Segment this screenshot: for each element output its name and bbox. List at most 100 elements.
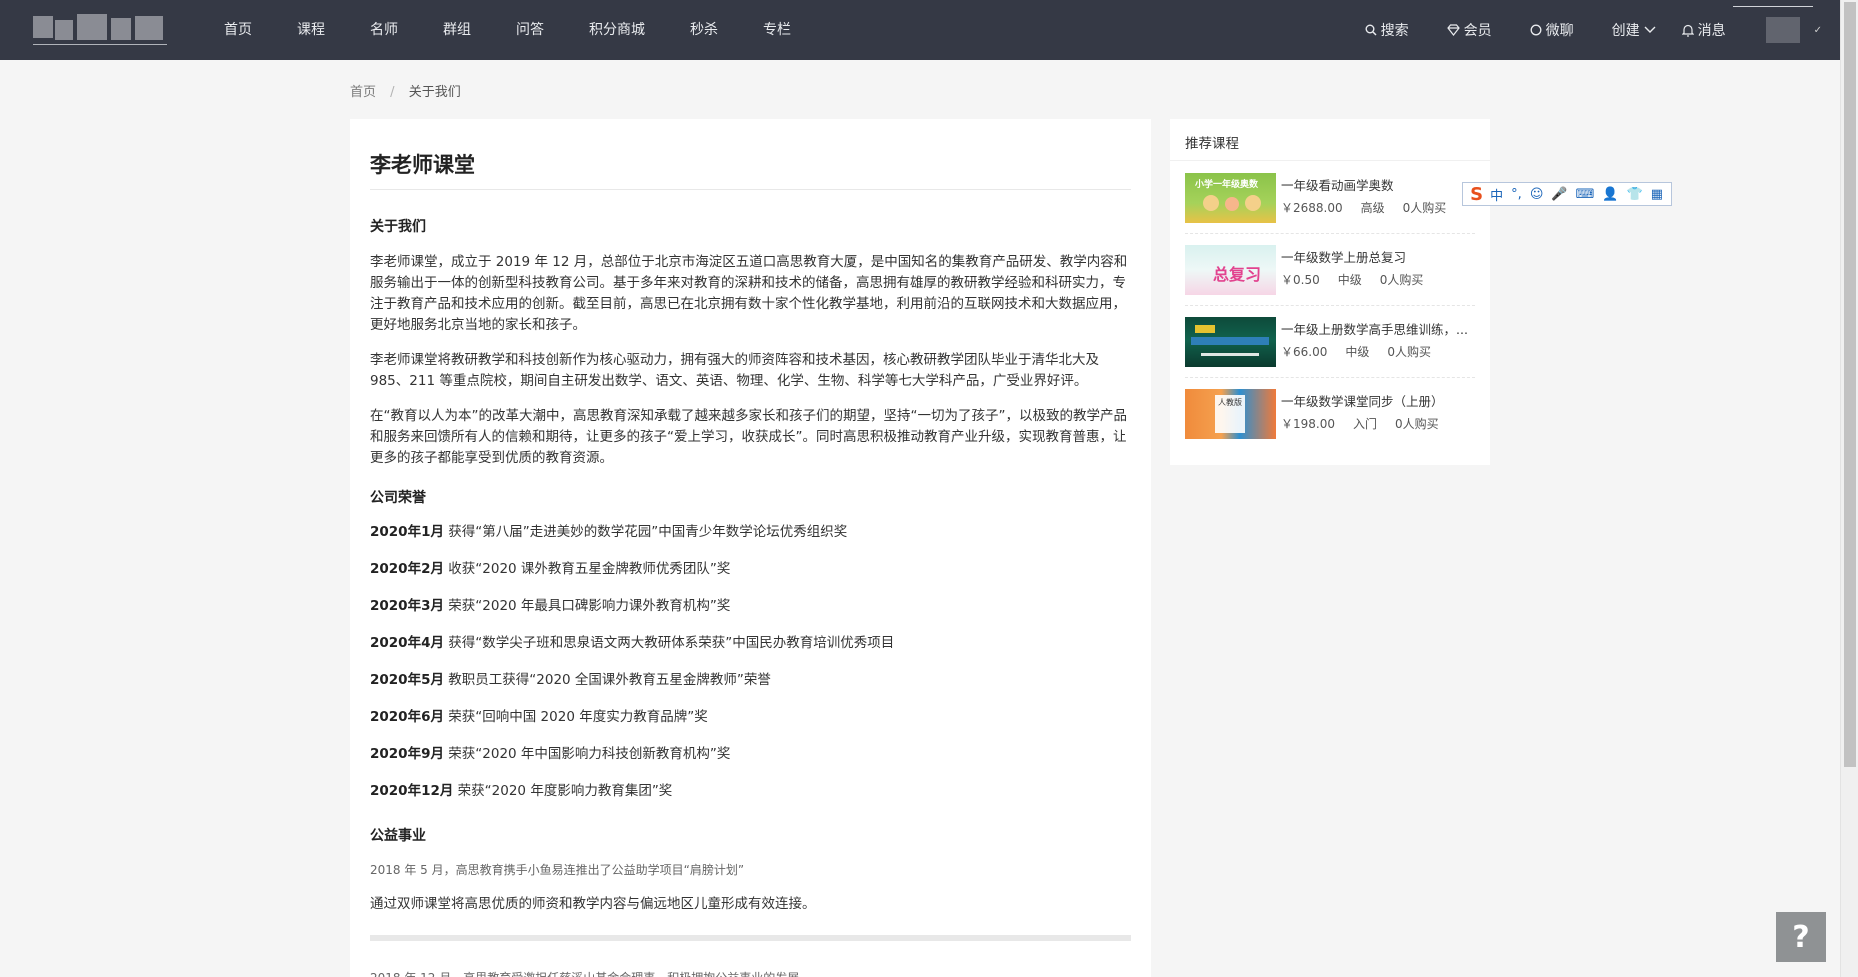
about-paragraph: 李老师课堂将教研教学和科技创新作为核心驱动力，拥有强大的师资阵容和技术基因，核心… <box>370 352 1099 389</box>
create-dropdown[interactable]: 创建 <box>1612 20 1660 40</box>
honor-item: 2020年4月 获得“数学尖子班和思泉语文两大教研体系荣获”中国民办教育培训优秀… <box>370 634 1131 653</box>
sogou-logo-icon[interactable]: S <box>1467 183 1486 205</box>
ime-skin-icon[interactable]: 👕 <box>1627 187 1643 202</box>
course-price: ￥66.00 <box>1281 345 1328 359</box>
course-card[interactable]: 一年级上册数学高手思维训练，... ￥66.00 中级 0人购买 <box>1185 306 1475 378</box>
course-meta: ￥66.00 中级 0人购买 <box>1281 343 1449 360</box>
honor-text: 获得“第八届”走进美妙的数学花园”中国青少年数学论坛优秀组织奖 <box>448 524 848 540</box>
nav-home[interactable]: 首页 <box>212 0 274 60</box>
messages-link[interactable]: 消息 <box>1681 20 1726 40</box>
content-divider <box>370 935 1131 941</box>
honor-text: 荣获“2020 年度影响力教育集团”奖 <box>457 783 673 799</box>
course-level: 中级 <box>1337 273 1362 287</box>
about-article: 李老师课堂 关于我们 李老师课堂，成立于 2019 年 12 月，总部位于北京市… <box>350 119 1151 977</box>
course-meta: ￥0.50 中级 0人购买 <box>1281 271 1441 288</box>
course-buyers: 0人购买 <box>1379 273 1424 287</box>
charity-date: 2018 年 5 月，高思教育携手小鱼易连推出了公益助学项目“肩膀计划” <box>370 863 745 877</box>
chevron-small-icon[interactable]: ✓ <box>1814 25 1822 36</box>
course-name[interactable]: 一年级看动画学奥数 <box>1281 175 1475 194</box>
page-scrollbar[interactable] <box>1840 0 1858 977</box>
charity-heading: 公益事业 <box>370 828 426 844</box>
honor-item: 2020年9月 荣获“2020 年中国影响力科技创新教育机构”奖 <box>370 745 1131 764</box>
course-name[interactable]: 一年级数学上册总复习 <box>1281 247 1475 266</box>
bell-icon <box>1681 24 1694 37</box>
site-logo[interactable] <box>33 14 167 54</box>
help-button[interactable]: ? <box>1776 912 1826 962</box>
ime-punctuation-icon[interactable]: °, <box>1511 187 1522 202</box>
ime-emoji-icon[interactable]: ☺ <box>1530 187 1544 202</box>
honor-date: 2020年1月 <box>370 524 444 540</box>
nav-groups[interactable]: 群组 <box>431 0 493 60</box>
course-card[interactable]: 人教版 一年级数学课堂同步（上册） ￥198.00 入门 0人购买 <box>1185 378 1475 450</box>
nav-flash-sale[interactable]: 秒杀 <box>678 0 740 60</box>
thumb-caption: 总复习 <box>1213 265 1262 284</box>
course-name[interactable]: 一年级数学课堂同步（上册） <box>1281 391 1475 410</box>
ime-toolbar[interactable]: S 中 °, ☺ 🎤 ⌨ 👤 👕 ▦ <box>1462 182 1672 206</box>
honor-item: 2020年2月 收获“2020 课外教育五星金牌教师优秀团队”奖 <box>370 560 1131 579</box>
breadcrumb-current: 关于我们 <box>408 85 461 100</box>
charity-text: 通过双师课堂将高思优质的师资和教学内容与偏远地区儿童形成有效连接。 <box>370 896 816 912</box>
thumb-caption: 人教版 <box>1218 398 1242 407</box>
honor-heading: 公司荣誉 <box>370 490 426 506</box>
nav-column[interactable]: 专栏 <box>751 0 813 60</box>
course-buyers: 0人购买 <box>1402 201 1447 215</box>
honor-item: 2020年1月 获得“第八届”走进美妙的数学花园”中国青少年数学论坛优秀组织奖 <box>370 523 1131 542</box>
breadcrumb-home[interactable]: 首页 <box>350 85 376 100</box>
chat-label: 微聊 <box>1545 23 1574 39</box>
ime-keyboard-icon[interactable]: ⌨ <box>1576 187 1595 202</box>
course-card[interactable]: 小学一年级奥数 一年级看动画学奥数 ￥2688.00 高级 0人购买 <box>1185 162 1475 234</box>
nav-teachers[interactable]: 名师 <box>358 0 420 60</box>
thumb-caption: 小学一年级奥数 <box>1195 180 1259 190</box>
course-level: 高级 <box>1360 201 1385 215</box>
honor-date: 2020年6月 <box>370 709 444 725</box>
scrollbar-thumb[interactable] <box>1844 2 1856 767</box>
top-navbar: 首页 课程 名师 群组 问答 积分商城 秒杀 专栏 搜索 会员 微聊 创建 消息… <box>0 0 1840 60</box>
nav-qa[interactable]: 问答 <box>504 0 566 60</box>
honor-date: 2020年5月 <box>370 672 444 688</box>
course-price: ￥198.00 <box>1281 417 1335 431</box>
search-label: 搜索 <box>1380 23 1409 39</box>
course-thumbnail[interactable]: 人教版 <box>1185 389 1276 439</box>
about-heading: 关于我们 <box>370 219 426 235</box>
course-meta: ￥2688.00 高级 0人购买 <box>1281 199 1464 216</box>
vip-link[interactable]: 会员 <box>1446 20 1492 40</box>
honor-date: 2020年12月 <box>370 783 454 799</box>
create-label: 创建 <box>1611 23 1640 39</box>
honor-date: 2020年3月 <box>370 598 444 614</box>
course-thumbnail[interactable]: 总复习 <box>1185 245 1276 295</box>
honor-text: 荣获“2020 年中国影响力科技创新教育机构”奖 <box>448 746 731 762</box>
main-nav: 首页 课程 名师 群组 问答 积分商城 秒杀 专栏 <box>212 0 824 60</box>
ime-toolbox-icon[interactable]: ▦ <box>1651 187 1663 202</box>
chat-link[interactable]: 微聊 <box>1530 20 1574 40</box>
honor-date: 2020年4月 <box>370 635 444 651</box>
search-icon <box>1365 24 1377 36</box>
honor-text: 收获“2020 课外教育五星金牌教师优秀团队”奖 <box>448 561 731 577</box>
page-title: 李老师课堂 <box>370 119 1131 190</box>
ime-chinese-mode[interactable]: 中 <box>1490 185 1503 204</box>
charity-date-2: 2018 年 12 月，高思教育受邀担任慈溪山基金会理事，积极拥抱公益事业的发展 <box>370 969 1131 977</box>
course-thumbnail[interactable] <box>1185 317 1276 367</box>
course-buyers: 0人购买 <box>1395 417 1439 431</box>
avatar[interactable] <box>1765 17 1800 43</box>
honor-item: 2020年12月 荣获“2020 年度影响力教育集团”奖 <box>370 782 1131 801</box>
honor-date: 2020年9月 <box>370 746 444 762</box>
course-meta: ￥198.00 入门 0人购买 <box>1281 415 1457 432</box>
nav-points-mall[interactable]: 积分商城 <box>577 0 667 60</box>
panel-title: 推荐课程 <box>1170 119 1490 161</box>
breadcrumb-separator: / <box>390 85 395 100</box>
course-name[interactable]: 一年级上册数学高手思维训练，... <box>1281 319 1475 338</box>
nav-courses[interactable]: 课程 <box>285 0 347 60</box>
diamond-icon <box>1446 24 1460 36</box>
course-thumbnail[interactable]: 小学一年级奥数 <box>1185 173 1276 223</box>
honor-item: 2020年3月 荣获“2020 年最具口碑影响力课外教育机构”奖 <box>370 597 1131 616</box>
course-price: ￥2688.00 <box>1281 201 1343 215</box>
chevron-down-icon <box>1644 26 1656 33</box>
course-price: ￥0.50 <box>1281 273 1320 287</box>
recommended-courses-panel: 推荐课程 小学一年级奥数 一年级看动画学奥数 ￥2688.00 高级 0人购买 总复… <box>1170 119 1490 465</box>
honor-text: 获得“数学尖子班和思泉语文两大教研体系荣获”中国民办教育培训优秀项目 <box>448 635 895 651</box>
ime-user-icon[interactable]: 👤 <box>1602 187 1618 202</box>
ime-voice-icon[interactable]: 🎤 <box>1551 187 1567 202</box>
course-card[interactable]: 总复习 一年级数学上册总复习 ￥0.50 中级 0人购买 <box>1185 234 1475 306</box>
nav-decoration-line <box>1733 6 1813 7</box>
search-link[interactable]: 搜索 <box>1365 20 1409 40</box>
